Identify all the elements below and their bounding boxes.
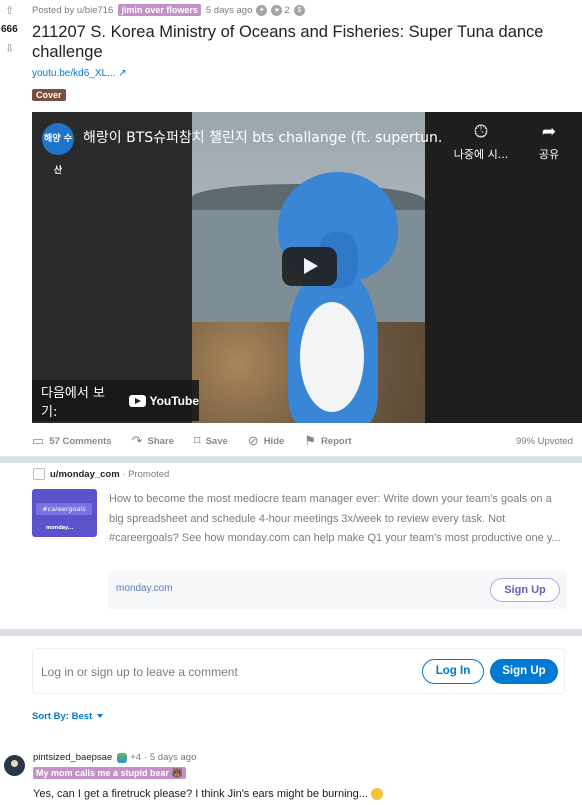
avatar[interactable] (4, 755, 25, 776)
posted-by[interactable]: Posted by u/bie716 (32, 5, 113, 16)
share-button[interactable]: ↷ Share (132, 433, 174, 449)
report-label: Report (320, 435, 352, 447)
sort-dropdown[interactable]: Sort By: Best (32, 711, 104, 722)
promo-signup-button[interactable]: Sign Up (490, 578, 560, 602)
award-extra: +4 (130, 752, 142, 763)
video-left-pane (32, 112, 192, 423)
video-embed[interactable]: 해양 수산 해랑이 BTS슈퍼참치 챌린지 bts challange (ft.… (32, 112, 582, 423)
advertiser-name[interactable]: u/monday_com (50, 469, 120, 480)
save-button[interactable]: ⌑ Save (194, 433, 228, 449)
promo-thumbnail[interactable]: #careergoals monday... (32, 489, 97, 537)
promoted-label: · Promoted (122, 469, 170, 480)
share-arrow-icon: ➦ (541, 122, 557, 142)
advertiser-meta: u/monday_com · Promoted (50, 469, 169, 480)
signup-button[interactable]: Sign Up (490, 659, 558, 684)
comment-icon: ▭ (32, 433, 45, 448)
watch-later-button[interactable]: 🕓︎ 나중에 시... (450, 122, 512, 162)
award-icon-2[interactable]: ★ (271, 4, 283, 16)
bookmark-icon: ⌑ (193, 433, 201, 448)
sort-label: Sort By: Best (32, 711, 93, 722)
post-title[interactable]: 211207 S. Korea Ministry of Oceans and F… (32, 22, 552, 62)
comment-time[interactable]: · 5 days ago (144, 752, 196, 763)
save-label: Save (205, 435, 228, 447)
award-icon-3[interactable]: $ (293, 4, 305, 16)
user-flair: jimin over flowers (118, 4, 201, 16)
share-icon: ↷ (131, 433, 143, 448)
clock-icon: 🕓︎ (474, 122, 488, 142)
separator-2 (0, 629, 582, 636)
post-time[interactable]: 5 days ago (206, 5, 252, 16)
youtube-label: YouTube (149, 393, 199, 408)
external-link-icon: ↗ (118, 68, 127, 79)
video-title[interactable]: 해랑이 BTS슈퍼참치 챌린지 bts challange (ft. super… (83, 127, 443, 147)
youtube-logo: YouTube (129, 394, 199, 408)
comments-button[interactable]: ▭ 57 Comments (32, 433, 112, 449)
post-card: ⇧ 666 ⇩ Posted by u/bie716 jimin over fl… (0, 0, 582, 456)
promo-cta-bar[interactable]: monday.com Sign Up (108, 571, 567, 609)
hide-eye-icon: ⊘ (247, 433, 259, 448)
watch-on-label: 다음에서 보기: (41, 385, 105, 420)
mascot-figure (278, 172, 398, 423)
upvote-icon[interactable]: ⇧ (5, 4, 17, 18)
comment-text: Yes, can I get a firetruck please? I thi… (33, 788, 368, 800)
comment-login-box: Log in or sign up to leave a comment Log… (32, 648, 565, 694)
comment-username[interactable]: pintsized_baepsae (33, 752, 112, 763)
report-button[interactable]: ⚑ Report (304, 433, 351, 449)
post-link-text[interactable]: youtu.be/kd6_XL... (32, 68, 115, 79)
post-meta: Posted by u/bie716 jimin over flowers 5 … (32, 3, 305, 17)
hide-button[interactable]: ⊘ Hide (248, 433, 285, 449)
advertiser-avatar-icon[interactable] (33, 468, 45, 480)
comment-body: Yes, can I get a firetruck please? I thi… (33, 788, 383, 801)
award-count: 2 (284, 4, 290, 16)
login-prompt: Log in or sign up to leave a comment (41, 665, 238, 679)
upvote-ratio: 99% Upvoted (515, 436, 573, 447)
thumb-hashtag: #careergoals (36, 503, 92, 515)
watch-on-youtube[interactable]: 다음에서 보기: YouTube (32, 380, 199, 421)
comments-label: 57 Comments (49, 435, 112, 447)
comment-meta: pintsized_baepsae +4 · 5 days ago (33, 752, 196, 763)
hide-label: Hide (263, 435, 285, 447)
grin-emoji-icon (370, 788, 383, 801)
youtube-play-icon (129, 394, 147, 407)
mascot-belly (300, 302, 364, 412)
video-share-button[interactable]: ➦ 공유 (518, 122, 580, 162)
downvote-icon[interactable]: ⇩ (5, 42, 17, 56)
post-actions: ▭ 57 Comments ↷ Share ⌑ Save ⊘ Hide ⚑ Report (32, 431, 372, 451)
promo-text[interactable]: How to become the most mediocre team man… (109, 490, 567, 549)
flag-icon: ⚑ (304, 433, 316, 448)
login-button[interactable]: Log In (422, 659, 484, 684)
award-icon[interactable]: ✦ (256, 4, 268, 16)
award-icon (117, 752, 128, 763)
video-share-label: 공유 (538, 148, 560, 161)
post-tag: Cover (32, 89, 66, 101)
post-link[interactable]: youtu.be/kd6_XL... ↗ (32, 68, 127, 79)
channel-logo[interactable]: 해양 수산 (42, 123, 74, 176)
post-score: 666 (1, 24, 18, 35)
caret-down-icon (97, 714, 104, 719)
separator (0, 456, 582, 463)
watch-later-label: 나중에 시... (453, 148, 509, 161)
share-label: Share (147, 435, 174, 447)
comment-user-flair: My mom calls me a stupid bear 🐻 (33, 767, 186, 779)
promoted-post: u/monday_com · Promoted #careergoals mon… (0, 463, 582, 629)
promo-domain[interactable]: monday.com (116, 583, 173, 594)
thumb-brand: monday... (46, 525, 74, 531)
play-button[interactable] (282, 247, 337, 286)
comments-section: Log in or sign up to leave a comment Log… (0, 636, 582, 805)
